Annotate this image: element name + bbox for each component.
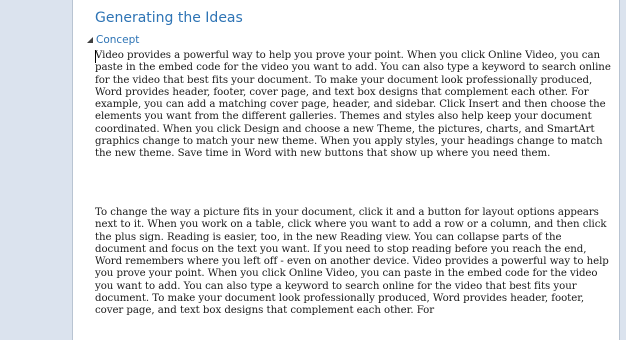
document-page[interactable]: Generating the Ideas Concept Video provi… xyxy=(72,0,620,340)
collapse-triangle-shape xyxy=(87,37,93,43)
body-paragraph-1[interactable]: Video provides a powerful way to help yo… xyxy=(95,50,611,161)
collapse-triangle-icon[interactable] xyxy=(87,35,96,45)
subheading-row: Concept xyxy=(87,33,139,47)
body-paragraph-2[interactable]: To change the way a picture fits in your… xyxy=(95,207,611,318)
heading-generating-the-ideas[interactable]: Generating the Ideas xyxy=(95,10,243,26)
subheading-concept[interactable]: Concept xyxy=(96,34,139,46)
document-canvas: Generating the Ideas Concept Video provi… xyxy=(0,0,626,340)
